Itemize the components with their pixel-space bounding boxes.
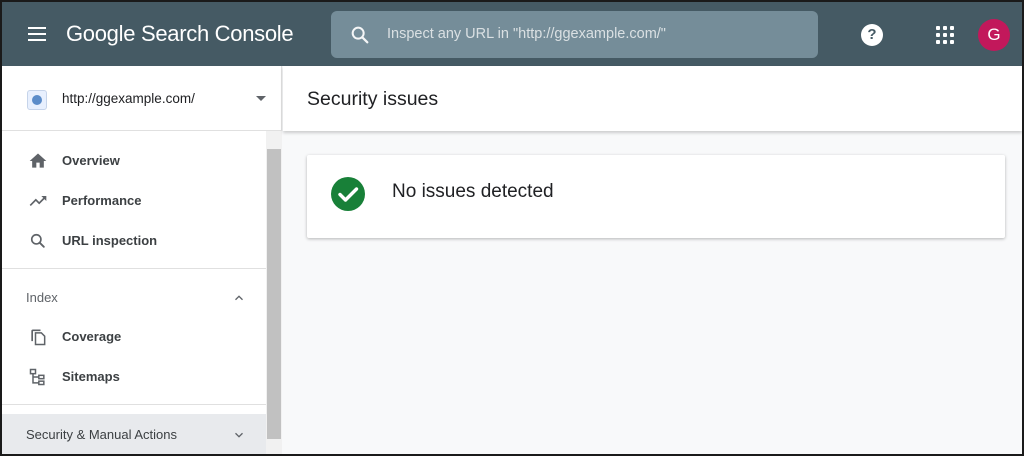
chevron-up-icon [235,295,243,301]
sidebar-item-label: URL inspection [62,233,158,248]
url-inspect-search-bar[interactable] [331,11,818,58]
dropdown-arrow-icon [256,96,266,101]
sitemap-icon [29,368,45,386]
top-app-bar: Google Search Console ? G [2,2,1022,66]
sidebar-item-performance[interactable]: Performance [2,181,266,221]
section-label: Index [26,290,58,305]
page-title: Security issues [307,88,439,110]
divider [2,404,266,405]
search-icon[interactable] [349,24,371,46]
sidebar-item-url-inspection[interactable]: URL inspection [2,221,266,261]
property-url: http://ggexample.com/ [62,91,195,106]
app-window: Google Search Console ? G http://ggexamp… [0,0,1024,456]
sidebar-item-coverage[interactable]: Coverage [2,317,266,357]
chevron-down-icon [235,432,243,438]
main-content: Security issues No issues detected [283,66,1022,454]
security-status-card: No issues detected [307,155,1005,238]
section-header-security-manual-actions[interactable]: Security & Manual Actions [2,414,266,454]
globe-icon [27,90,47,110]
sidebar: http://ggexample.com/ Overview Performan… [2,66,282,454]
status-message: No issues detected [392,181,554,202]
account-avatar[interactable]: G [978,19,1010,51]
property-selector[interactable]: http://ggexample.com/ [2,66,282,131]
menu-icon[interactable] [24,22,52,46]
sidebar-item-label: Performance [62,193,142,208]
page-header: Security issues [283,66,1022,131]
divider [2,268,266,269]
section-header-index[interactable]: Index [2,279,266,315]
section-label: Security & Manual Actions [26,427,178,442]
sidebar-item-sitemaps[interactable]: Sitemaps [2,357,266,397]
sidebar-item-label: Coverage [62,329,122,344]
trending-up-icon [29,196,47,206]
help-icon[interactable]: ? [861,24,883,46]
sidebar-scrollbar[interactable] [266,131,282,454]
copy-icon [31,329,46,346]
search-icon [30,233,45,248]
sidebar-item-overview[interactable]: Overview [2,141,266,181]
scrollbar-thumb[interactable] [267,149,281,439]
app-title-product: Search Console [140,21,294,46]
app-title-google: Google [66,21,136,46]
sidebar-item-label: Sitemaps [62,369,120,384]
app-title[interactable]: Google Search Console [66,21,294,47]
url-inspect-input[interactable] [387,19,797,49]
home-icon [29,153,47,168]
sidebar-item-label: Overview [62,153,120,168]
check-circle-icon [331,177,365,211]
apps-grid-icon[interactable] [936,26,954,44]
